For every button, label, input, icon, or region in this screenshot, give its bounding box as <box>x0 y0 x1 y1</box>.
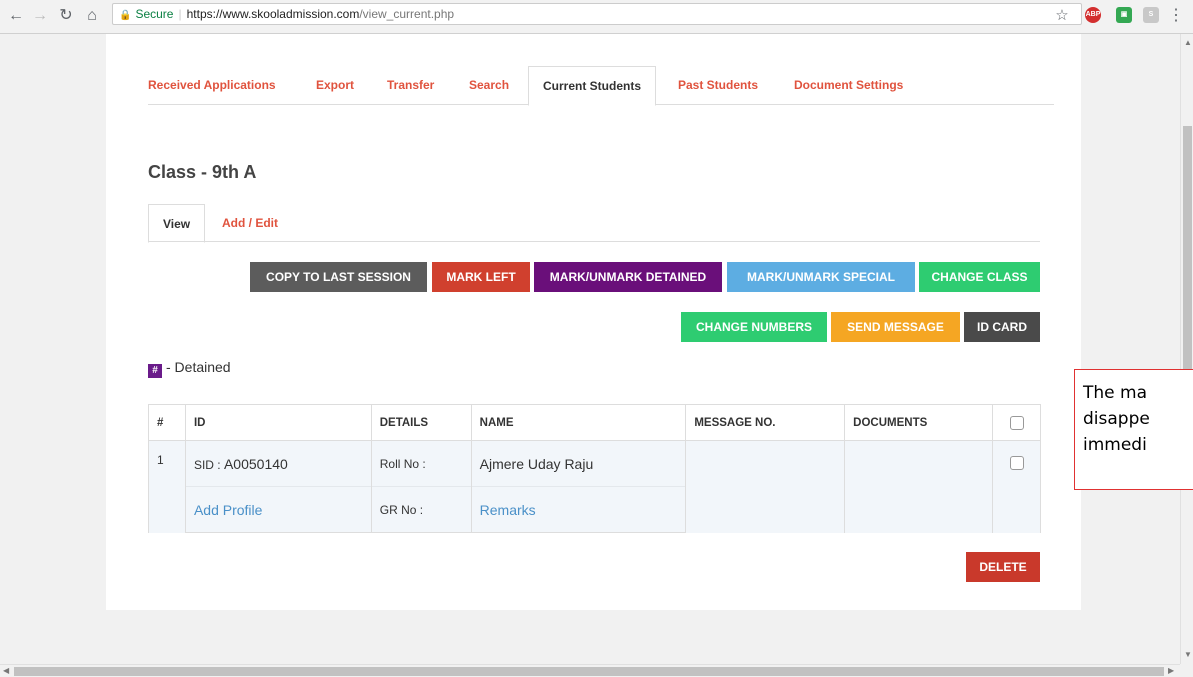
horizontal-scroll-thumb[interactable] <box>14 667 1164 676</box>
adblock-extension-icon[interactable]: ABP <box>1085 7 1101 23</box>
student-sid: SID : A0050140 <box>184 440 372 487</box>
back-icon[interactable]: ← <box>6 6 26 26</box>
remarks-cell: Remarks <box>470 486 687 533</box>
detained-marker: # <box>148 364 162 378</box>
col-header-name: NAME <box>470 404 687 441</box>
vertical-scroll-thumb[interactable] <box>1183 126 1192 406</box>
lock-icon: 🔒 <box>119 10 132 21</box>
tab-transfer[interactable]: Transfer <box>387 66 434 105</box>
home-icon[interactable]: ⌂ <box>82 6 102 26</box>
row-checkbox[interactable] <box>1009 455 1024 470</box>
callout-line-2: disappe <box>1083 409 1150 429</box>
col-header-id: ID <box>184 404 372 441</box>
remarks-link[interactable]: Remarks <box>480 502 536 518</box>
gr-no-label: GR No : <box>370 486 472 533</box>
table-header-row: # ID DETAILS NAME MESSAGE NO. DOCUMENTS <box>148 404 1041 441</box>
extension-icon[interactable]: ▣ <box>1116 7 1132 23</box>
table-row: 1 SID : A0050140 Roll No : Ajmere Uday R… <box>148 440 1041 533</box>
scroll-right-icon[interactable]: ▶ <box>1168 666 1174 675</box>
sid-value: A0050140 <box>223 455 288 472</box>
reload-icon[interactable]: ↻ <box>56 6 76 26</box>
mark-detained-button[interactable]: MARK/UNMARK DETAINED <box>534 262 722 292</box>
scroll-down-icon[interactable]: ▼ <box>1184 650 1192 659</box>
col-header-select-all <box>992 404 1041 441</box>
callout-line-1: The ma <box>1083 383 1147 403</box>
change-numbers-button[interactable]: CHANGE NUMBERS <box>681 312 827 342</box>
documents-cell <box>844 440 994 533</box>
callout-line-3: immedi <box>1083 435 1147 455</box>
col-header-number: # <box>148 404 186 441</box>
sub-tabs: View Add / Edit <box>148 204 1040 243</box>
tab-view[interactable]: View <box>148 204 206 243</box>
scroll-up-icon[interactable]: ▲ <box>1184 38 1192 47</box>
mark-left-button[interactable]: MARK LEFT <box>432 262 530 292</box>
select-all-checkbox[interactable] <box>1009 415 1024 430</box>
url-domain: https://www.skooladmission.com <box>186 7 360 21</box>
tab-search[interactable]: Search <box>469 66 509 105</box>
detained-legend-text: - Detained <box>166 359 231 375</box>
student-name: Ajmere Uday Raju <box>470 440 687 487</box>
page-title: Class - 9th A <box>148 162 257 182</box>
detained-legend: # - Detained <box>148 359 231 378</box>
tab-current-students[interactable]: Current Students <box>528 66 657 106</box>
tab-past-students[interactable]: Past Students <box>678 66 758 105</box>
browser-toolbar: ← → ↻ ⌂ 🔒 Secure | https://www.skooladmissi… <box>0 0 1193 34</box>
id-card-button[interactable]: ID CARD <box>964 312 1040 342</box>
add-profile-cell: Add Profile <box>184 486 372 533</box>
students-table: # ID DETAILS NAME MESSAGE NO. DOCUMENTS … <box>148 404 1041 533</box>
row-select-cell <box>992 440 1041 533</box>
mark-special-button[interactable]: MARK/UNMARK SPECIAL <box>727 262 915 292</box>
url-path: /view_current.php <box>359 7 455 21</box>
annotation-callout: The ma disappe immedi <box>1074 369 1193 490</box>
menu-kebab-icon[interactable]: ⋮ <box>1168 6 1184 26</box>
tab-add-edit[interactable]: Add / Edit <box>222 204 278 242</box>
row-number: 1 <box>148 440 186 533</box>
copy-to-last-session-button[interactable]: COPY TO LAST SESSION <box>250 262 427 292</box>
send-message-button[interactable]: SEND MESSAGE <box>831 312 960 342</box>
tab-received-applications[interactable]: Received Applications <box>148 66 276 105</box>
content-card: Received Applications Export Transfer Se… <box>106 34 1081 610</box>
tab-document-settings[interactable]: Document Settings <box>794 66 903 105</box>
col-header-details: DETAILS <box>370 404 472 441</box>
tab-export[interactable]: Export <box>316 66 354 105</box>
vertical-scrollbar[interactable]: ▲ ▼ <box>1180 34 1193 664</box>
sid-label: SID : <box>193 457 224 472</box>
roll-no-label: Roll No : <box>370 440 472 487</box>
secure-label: Secure <box>135 7 174 21</box>
main-tabs: Received Applications Export Transfer Se… <box>148 66 1054 106</box>
forward-icon[interactable]: → <box>30 6 50 26</box>
col-header-message-no: MESSAGE NO. <box>685 404 846 441</box>
add-profile-link[interactable]: Add Profile <box>194 502 262 518</box>
address-bar[interactable]: 🔒 Secure | https://www.skooladmission.com/v… <box>112 3 1082 25</box>
bookmark-star-icon[interactable]: ☆ <box>1052 6 1072 26</box>
skype-extension-icon[interactable]: S <box>1143 7 1159 23</box>
address-separator: | <box>178 7 182 21</box>
horizontal-scrollbar[interactable]: ◀ ▶ <box>0 664 1180 677</box>
change-class-button[interactable]: CHANGE CLASS <box>919 262 1040 292</box>
message-no-cell <box>685 440 846 533</box>
col-header-documents: DOCUMENTS <box>844 404 994 441</box>
delete-button[interactable]: DELETE <box>966 552 1040 582</box>
scroll-left-icon[interactable]: ◀ <box>3 666 9 675</box>
page-viewport: Received Applications Export Transfer Se… <box>0 34 1180 664</box>
